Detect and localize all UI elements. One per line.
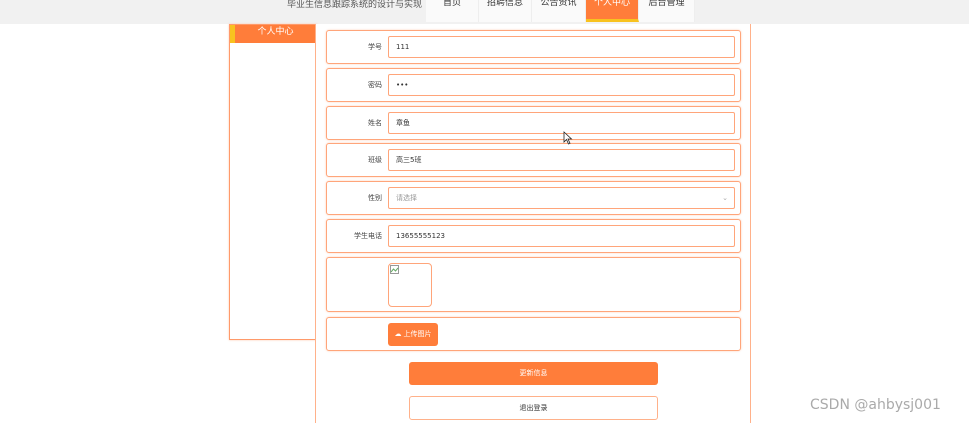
name-row: 姓名 章鱼 <box>326 106 741 140</box>
update-info-button[interactable]: 更新信息 <box>409 362 658 385</box>
gender-placeholder: 请选择 <box>396 194 417 202</box>
upload-row: ☁ 上传图片 <box>326 317 741 351</box>
password-row: 密码 ••• <box>326 68 741 102</box>
photo-row <box>326 257 741 312</box>
sidebar-heading[interactable]: 个人中心 <box>230 25 316 43</box>
phone-label: 学生电话 <box>354 232 382 240</box>
gender-row: 性别 请选择 ⌄ <box>326 181 741 215</box>
gender-label: 性别 <box>368 194 382 202</box>
gender-select[interactable]: 请选择 ⌄ <box>388 187 735 209</box>
mouse-cursor-icon <box>563 131 573 145</box>
photo-preview <box>388 263 432 307</box>
nav-personal-center[interactable]: 个人中心 <box>586 0 639 22</box>
student-id-input[interactable]: 111 <box>388 36 735 58</box>
phone-row: 学生电话 13655555123 <box>326 219 741 253</box>
nav-announcements[interactable]: 公告资讯 <box>532 0 586 22</box>
name-input[interactable]: 章鱼 <box>388 112 735 134</box>
nav-home[interactable]: 首页 <box>426 0 479 22</box>
student-id-label: 学号 <box>368 43 382 51</box>
site-title: 毕业生信息跟踪系统的设计与实现 <box>287 0 423 10</box>
nav-jobs[interactable]: 招聘信息 <box>479 0 532 22</box>
broken-image-icon <box>390 265 399 274</box>
class-row: 班级 高三5班 <box>326 143 741 177</box>
cloud-upload-icon: ☁ <box>394 330 402 338</box>
chevron-down-icon: ⌄ <box>722 194 728 202</box>
password-input[interactable]: ••• <box>388 74 735 96</box>
class-label: 班级 <box>368 156 382 164</box>
sidebar: 个人中心 <box>229 24 317 340</box>
password-label: 密码 <box>368 81 382 89</box>
upload-image-button[interactable]: ☁ 上传图片 <box>388 323 438 346</box>
name-label: 姓名 <box>368 119 382 127</box>
class-input[interactable]: 高三5班 <box>388 149 735 171</box>
phone-input[interactable]: 13655555123 <box>388 225 735 247</box>
watermark: CSDN @ahbysj001 <box>810 397 941 413</box>
nav-admin[interactable]: 后台管理 <box>639 0 695 22</box>
student-id-row: 学号 111 <box>326 30 741 64</box>
top-bar: 毕业生信息跟踪系统的设计与实现 首页 招聘信息 公告资讯 个人中心 后台管理 <box>0 0 969 24</box>
main-nav: 首页 招聘信息 公告资讯 个人中心 后台管理 <box>426 0 695 22</box>
logout-button[interactable]: 退出登录 <box>409 396 658 420</box>
upload-image-label: 上传图片 <box>403 330 432 338</box>
